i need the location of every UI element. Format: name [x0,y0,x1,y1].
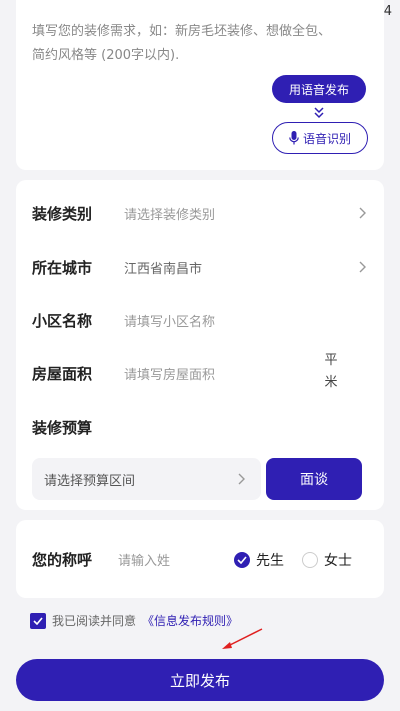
decoration-type-row[interactable]: 装修类别 请选择装修类别 [32,200,368,226]
negotiate-button[interactable]: 面谈 [266,458,362,500]
double-chevron-down-icon [314,107,324,119]
area-input[interactable]: 请填写房屋面积 [124,364,215,383]
radio-ms[interactable]: 女士 [302,550,352,570]
area-row: 房屋面积 请填写房屋面积 [32,360,368,386]
city-select[interactable]: 江西省南昌市 [124,258,202,277]
description-card: 填写您的装修需求，如：新房毛坯装修、想做全包、简约风格等 (200字以内). 用… [16,0,384,170]
voice-recognize-button[interactable]: 语音识别 [272,122,368,154]
decoration-type-select[interactable]: 请选择装修类别 [124,204,215,223]
radio-unchecked-icon [302,552,318,568]
chevron-right-icon [359,261,366,273]
budget-row: 装修预算 [32,414,368,440]
budget-select[interactable]: 请选择预算区间 [32,458,261,500]
city-row[interactable]: 所在城市 江西省南昌市 [32,254,368,280]
agreement: 我已阅读并同意 《信息发布规则》 [30,612,238,629]
area-unit-1: 平 [324,353,338,368]
community-input[interactable]: 请填写小区名称 [124,311,215,330]
area-label: 房屋面积 [32,364,93,383]
radio-mr[interactable]: 先生 [234,550,284,570]
contact-label: 您的称呼 [32,550,93,569]
publish-button[interactable]: 立即发布 [16,659,384,701]
community-label: 小区名称 [32,311,93,330]
decoration-type-label: 装修类别 [32,204,93,223]
chevron-right-icon [238,473,245,485]
check-icon [33,616,43,625]
annotation-arrow-icon [222,628,263,649]
budget-select-placeholder: 请选择预算区间 [44,473,136,489]
voice-publish-button[interactable]: 用语音发布 [272,75,366,103]
contact-card: 您的称呼 请输入姓 先生 女士 [16,520,384,598]
surname-input[interactable]: 请输入姓 [118,550,170,569]
chevron-right-icon [359,207,366,219]
form-card: 装修类别 请选择装修类别 所在城市 江西省南昌市 小区名称 请填写小区名称 房屋… [16,180,384,510]
agreement-text: 我已阅读并同意 [52,614,137,628]
community-row: 小区名称 请填写小区名称 [32,307,368,333]
radio-mr-label: 先生 [256,553,284,569]
budget-label: 装修预算 [32,418,93,437]
radio-checked-icon [234,552,250,568]
agreement-checkbox[interactable] [30,612,46,629]
voice-recognize-label: 语音识别 [302,131,351,146]
radio-ms-label: 女士 [324,553,352,569]
description-input[interactable]: 填写您的装修需求，如：新房毛坯装修、想做全包、简约风格等 (200字以内). [32,20,332,68]
city-label: 所在城市 [32,258,93,277]
microphone-icon [289,131,299,145]
area-unit-2: 米 [324,375,338,390]
